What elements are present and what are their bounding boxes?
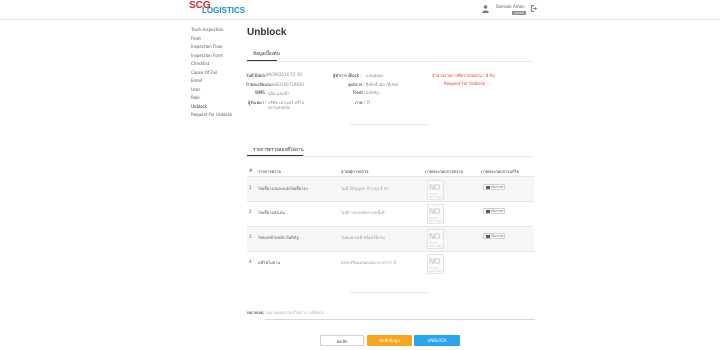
row-item: ไฟเลี้ยวหลังเลน bbox=[258, 210, 285, 215]
wms-label: WMS : bbox=[255, 90, 268, 95]
row-item: ไฟเลี้ยวรถและแสงไฟเลี้ยวรถ bbox=[258, 186, 308, 191]
contractor-label: ผู้รับเหมา : bbox=[248, 100, 267, 105]
fleet-value: Safety... bbox=[366, 90, 383, 95]
checkpoint-label: จุดตรวจ : bbox=[348, 82, 365, 87]
request-unblock-text: Request For Unblock : - bbox=[444, 81, 491, 86]
cancel-button[interactable]: ยกเลิก bbox=[320, 335, 364, 346]
no-photo-sub: PHOTO AVAILABLE bbox=[429, 267, 443, 273]
row-number: 1 bbox=[249, 185, 252, 190]
sidebar-item-truck-inspection[interactable]: Truck Inspection bbox=[191, 26, 241, 35]
choose-photo-label: เลือกภาพ bbox=[491, 185, 504, 189]
row-cause: ไม่พบยาเคมี พร้อมใช้งาน bbox=[341, 235, 385, 240]
row-divider bbox=[247, 251, 534, 252]
user-icon bbox=[482, 5, 489, 13]
column-header-fix-photo: ภาพประกอบการแก้ไข bbox=[481, 169, 520, 174]
plate-value: สบ83100719830 bbox=[271, 82, 304, 87]
choose-photo-button[interactable]: เลือกภาพ bbox=[483, 208, 505, 214]
divider bbox=[247, 156, 534, 157]
choose-photo-label: เลือกภาพ bbox=[491, 209, 504, 213]
divider bbox=[247, 61, 534, 62]
sidebar-item-cause-of-fail[interactable]: Cause Of Fail bbox=[191, 69, 241, 78]
tab-failed-items[interactable]: รายการตรวจสอบที่ไม่ผ่าน bbox=[253, 146, 304, 153]
fleet-label: Fleet : bbox=[353, 90, 366, 95]
sidebar-item-role[interactable]: Role bbox=[191, 94, 241, 103]
plate-label: ป้ายทะเบียนรถ : bbox=[246, 82, 275, 87]
row-cause: ยอระจรีผมมขอบตอง มากกว่า 6 bbox=[341, 260, 397, 265]
column-header-number: # bbox=[249, 168, 253, 173]
scg-logistics-logo[interactable]: SCG LOGISTICS bbox=[189, 1, 245, 15]
page-title: Unblock bbox=[247, 27, 287, 38]
checkpoint-value: ยิ่งยิ่งน้ำมัน (ดีเซล) bbox=[366, 82, 399, 87]
choose-photo-button[interactable]: เลือกภาพ bbox=[483, 233, 505, 239]
sidebar-item-fleet[interactable]: Fleet bbox=[191, 35, 241, 44]
tab-basic-info[interactable]: ข้อมูลเบื้องต้น bbox=[253, 50, 280, 57]
no-photo-label: NO bbox=[429, 207, 441, 216]
logo-bottom-text: LOGISTICS bbox=[202, 6, 246, 15]
no-photo-sub: PHOTO AVAILABLE bbox=[429, 217, 443, 223]
no-photo-image: NO PHOTO AVAILABLE bbox=[427, 204, 444, 224]
region-label: ภาค : bbox=[355, 100, 366, 105]
no-photo-image: NO PHOTO AVAILABLE bbox=[427, 254, 444, 274]
remark-label: หมายเหตุ : bbox=[247, 310, 267, 315]
no-photo-image: NO PHOTO AVAILABLE bbox=[427, 180, 444, 200]
sidebar-item-user[interactable]: User bbox=[191, 86, 241, 95]
user-name: Somsak Amon bbox=[496, 4, 525, 9]
sidebar-item-email[interactable]: Email bbox=[191, 77, 241, 86]
wms-value: สุนิต แกมป่ำ bbox=[268, 91, 290, 96]
block-date-value: 09/29/2016 12:39 bbox=[266, 72, 302, 77]
divider bbox=[350, 124, 430, 125]
row-cause: ไม่มีการแบ่งพักตามหนี้เท้า bbox=[341, 210, 387, 215]
sidebar-item-inspection-flow[interactable]: Inspection Flow bbox=[191, 43, 241, 52]
blocker-label: ผู้ทำการ Block : bbox=[333, 73, 362, 78]
blocker-value: แสนคุณพ bbox=[366, 73, 383, 78]
user-role-badge: ADMIN bbox=[512, 11, 526, 15]
choose-photo-label: เลือกภาพ bbox=[491, 234, 504, 238]
row-item: ไฟบอกท้ายหลัก Safety bbox=[258, 235, 300, 240]
sidebar-item-request-for-unblock[interactable]: Request For Unblock bbox=[191, 111, 241, 120]
row-number: 3 bbox=[249, 234, 252, 239]
failed-count-text: จำนวนรายการที่ตรวจไม่ผ่าน : 4 ข้อ bbox=[432, 73, 495, 78]
remark-input[interactable] bbox=[265, 306, 535, 320]
no-photo-label: NO bbox=[429, 257, 441, 266]
choose-photo-button[interactable]: เลือกภาพ bbox=[483, 184, 505, 190]
region-value: ไร้ bbox=[366, 100, 371, 105]
image-icon bbox=[486, 234, 490, 238]
divider bbox=[350, 292, 430, 293]
image-icon bbox=[486, 185, 490, 189]
no-photo-sub: PHOTO AVAILABLE bbox=[429, 242, 443, 248]
save-button[interactable]: บันทึกข้อมูล bbox=[367, 335, 412, 346]
image-icon bbox=[486, 209, 490, 213]
no-photo-image: NO PHOTO AVAILABLE bbox=[427, 229, 444, 249]
contractor-value-line2: ทรานสปอร์ต bbox=[268, 105, 290, 110]
block-date-label: วันที่ Block : bbox=[246, 73, 269, 78]
no-photo-label: NO bbox=[429, 232, 441, 241]
sidebar-item-inspection-form[interactable]: Inspection Form bbox=[191, 52, 241, 61]
row-number: 4 bbox=[249, 259, 252, 264]
column-header-item: รายการตรวจ bbox=[258, 169, 281, 174]
column-header-cause: สาเหตุการตรวจ bbox=[341, 169, 369, 174]
row-cause: ไม่มี Stopper จำนวน 4 ตัว bbox=[341, 186, 389, 191]
column-header-inspection-photo: ภาพประกอบการตรวจ bbox=[425, 169, 463, 174]
logout-icon[interactable] bbox=[530, 5, 537, 12]
no-photo-sub: PHOTO AVAILABLE bbox=[429, 193, 443, 199]
unblock-button[interactable]: UNBLOCK bbox=[414, 335, 460, 346]
row-divider bbox=[247, 201, 534, 202]
row-number: 2 bbox=[249, 209, 252, 214]
sidebar: Truck Inspection Fleet Inspection Flow I… bbox=[191, 26, 241, 120]
no-photo-label: NO bbox=[429, 183, 441, 192]
top-bar: SCG LOGISTICS Somsak Amon ADMIN bbox=[0, 0, 720, 20]
sidebar-item-checklist[interactable]: Checklist bbox=[191, 60, 241, 69]
row-item: แพ้ไฟไม่ผ่าน bbox=[258, 260, 281, 265]
sidebar-item-unblock[interactable]: Unblock bbox=[191, 103, 241, 112]
